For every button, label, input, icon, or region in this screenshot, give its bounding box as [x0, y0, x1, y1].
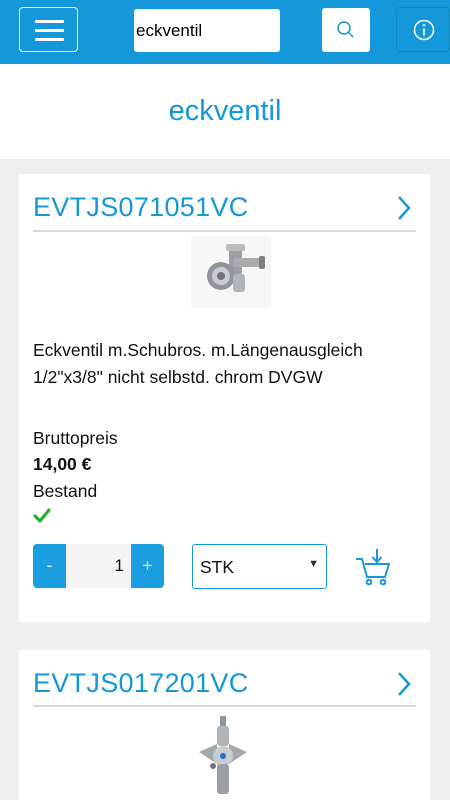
product-card: EVTJS071051VC Eckventil m.Schubros. m.Lä…	[19, 174, 430, 622]
chevron-right-icon[interactable]	[396, 670, 412, 698]
price-value: 14,00 €	[33, 454, 92, 474]
divider	[33, 705, 416, 707]
top-navbar	[0, 0, 450, 64]
hamburger-menu-icon-bar	[35, 38, 64, 41]
unit-select[interactable]: STK ▼	[192, 544, 327, 589]
product-image[interactable]	[191, 236, 271, 308]
page-header: eckventil	[0, 64, 450, 159]
divider	[33, 230, 416, 232]
product-image[interactable]	[187, 714, 259, 800]
product-sku-link[interactable]: EVTJS071051VC	[33, 192, 249, 223]
search-button[interactable]	[322, 8, 370, 52]
hamburger-menu-icon-bar	[35, 29, 64, 32]
stock-label: Bestand	[33, 481, 98, 501]
product-sku-link[interactable]: EVTJS017201VC	[33, 668, 249, 699]
search-icon	[337, 21, 354, 38]
product-description-line: Eckventil m.Schubros. m.Längenausgleich	[33, 340, 363, 360]
quantity-increase-button[interactable]: +	[131, 544, 164, 588]
product-card: EVTJS017201VC	[19, 650, 430, 800]
unit-select-value: STK	[200, 557, 235, 577]
checkmark-icon	[33, 508, 51, 523]
price-label: Bruttopreis	[33, 428, 118, 448]
quantity-decrease-button[interactable]: -	[33, 544, 66, 588]
info-icon	[413, 19, 435, 41]
menu-button[interactable]	[19, 7, 78, 52]
caret-down-icon: ▼	[308, 558, 319, 570]
chevron-right-icon[interactable]	[396, 194, 412, 222]
search-input[interactable]	[134, 9, 280, 52]
hamburger-menu-icon	[35, 20, 64, 23]
product-description-line: 1/2"x3/8" nicht selbstd. chrom DVGW	[33, 367, 323, 387]
quantity-input[interactable]	[66, 544, 131, 588]
info-button[interactable]	[396, 7, 450, 52]
page-title: eckventil	[168, 95, 282, 127]
add-to-cart-icon[interactable]	[354, 547, 392, 587]
product-description: Eckventil m.Schubros. m.Längenausgleich …	[33, 337, 413, 391]
